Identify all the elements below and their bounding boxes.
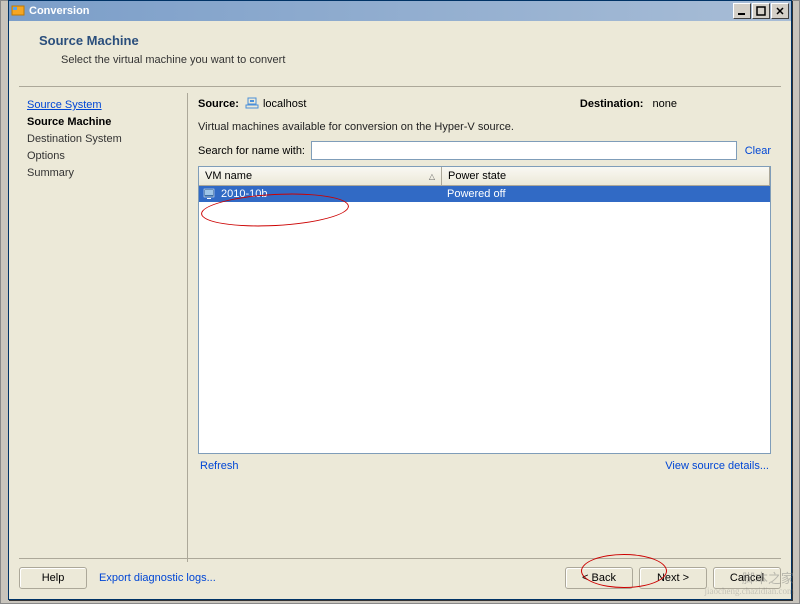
cancel-button[interactable]: Cancel [713, 567, 781, 589]
vm-power-text: Powered off [447, 188, 506, 200]
wizard-steps-sidebar: Source System Source Machine Destination… [19, 93, 187, 562]
app-icon [11, 4, 25, 18]
host-icon [245, 97, 259, 111]
sidebar-item-destination-system: Destination System [27, 131, 179, 148]
column-label: VM name [205, 170, 252, 182]
table-row[interactable]: 2010-10b Powered off [199, 186, 770, 202]
button-label: Help [42, 572, 65, 584]
button-label: Cancel [730, 572, 764, 584]
sidebar-item-source-machine: Source Machine [27, 114, 179, 131]
button-label: < Back [582, 572, 616, 584]
sidebar-item-options: Options [27, 148, 179, 165]
content-area: Source: localhost Destination: none Virt… [187, 93, 781, 562]
table-footer: Refresh View source details... [198, 454, 771, 478]
sidebar-item-label: Options [27, 150, 65, 162]
minimize-button[interactable] [733, 3, 751, 19]
search-row: Search for name with: Clear [198, 141, 771, 160]
search-input[interactable] [311, 141, 737, 160]
vm-table: VM name △ Power state 2010-10b [198, 166, 771, 454]
titlebar[interactable]: Conversion [9, 1, 791, 21]
sidebar-item-label: Source System [27, 99, 102, 111]
source-destination-row: Source: localhost Destination: none [198, 97, 771, 111]
sidebar-item-label: Destination System [27, 133, 122, 145]
export-diagnostic-logs-link[interactable]: Export diagnostic logs... [99, 572, 216, 584]
clear-link[interactable]: Clear [745, 145, 771, 157]
vm-power-cell: Powered off [443, 186, 770, 202]
destination-label: Destination: [580, 98, 644, 110]
source-value: localhost [263, 98, 306, 110]
back-button[interactable]: < Back [565, 567, 633, 589]
search-label: Search for name with: [198, 145, 305, 157]
close-button[interactable] [771, 3, 789, 19]
column-header-power-state[interactable]: Power state [442, 167, 770, 185]
page-header: Source Machine Select the virtual machin… [9, 21, 791, 86]
page-title: Source Machine [39, 33, 771, 48]
next-button[interactable]: Next > [639, 567, 707, 589]
table-header: VM name △ Power state [199, 167, 770, 186]
vm-name-text: 2010-10b [221, 188, 268, 200]
sidebar-item-source-system[interactable]: Source System [27, 97, 179, 114]
maximize-button[interactable] [752, 3, 770, 19]
sort-ascending-icon: △ [429, 172, 435, 181]
column-header-vm-name[interactable]: VM name △ [199, 167, 442, 185]
sidebar-item-label: Summary [27, 167, 74, 179]
vm-icon [203, 188, 217, 200]
sidebar-item-summary: Summary [27, 165, 179, 182]
button-bar: Help Export diagnostic logs... < Back Ne… [19, 558, 781, 589]
vm-name-cell: 2010-10b [199, 186, 443, 202]
dialog-window: Conversion Source Machine Select the vir… [8, 0, 792, 600]
main-panel: Source System Source Machine Destination… [19, 86, 781, 562]
view-source-details-link[interactable]: View source details... [665, 460, 769, 472]
sidebar-item-label: Source Machine [27, 116, 111, 128]
window-title: Conversion [29, 5, 732, 17]
refresh-link[interactable]: Refresh [200, 460, 239, 472]
button-label: Next > [657, 572, 689, 584]
source-label: Source: [198, 98, 239, 110]
description-text: Virtual machines available for conversio… [198, 121, 771, 133]
page-subtitle: Select the virtual machine you want to c… [61, 54, 771, 66]
destination-value: none [653, 98, 677, 110]
help-button[interactable]: Help [19, 567, 87, 589]
column-label: Power state [448, 170, 506, 182]
